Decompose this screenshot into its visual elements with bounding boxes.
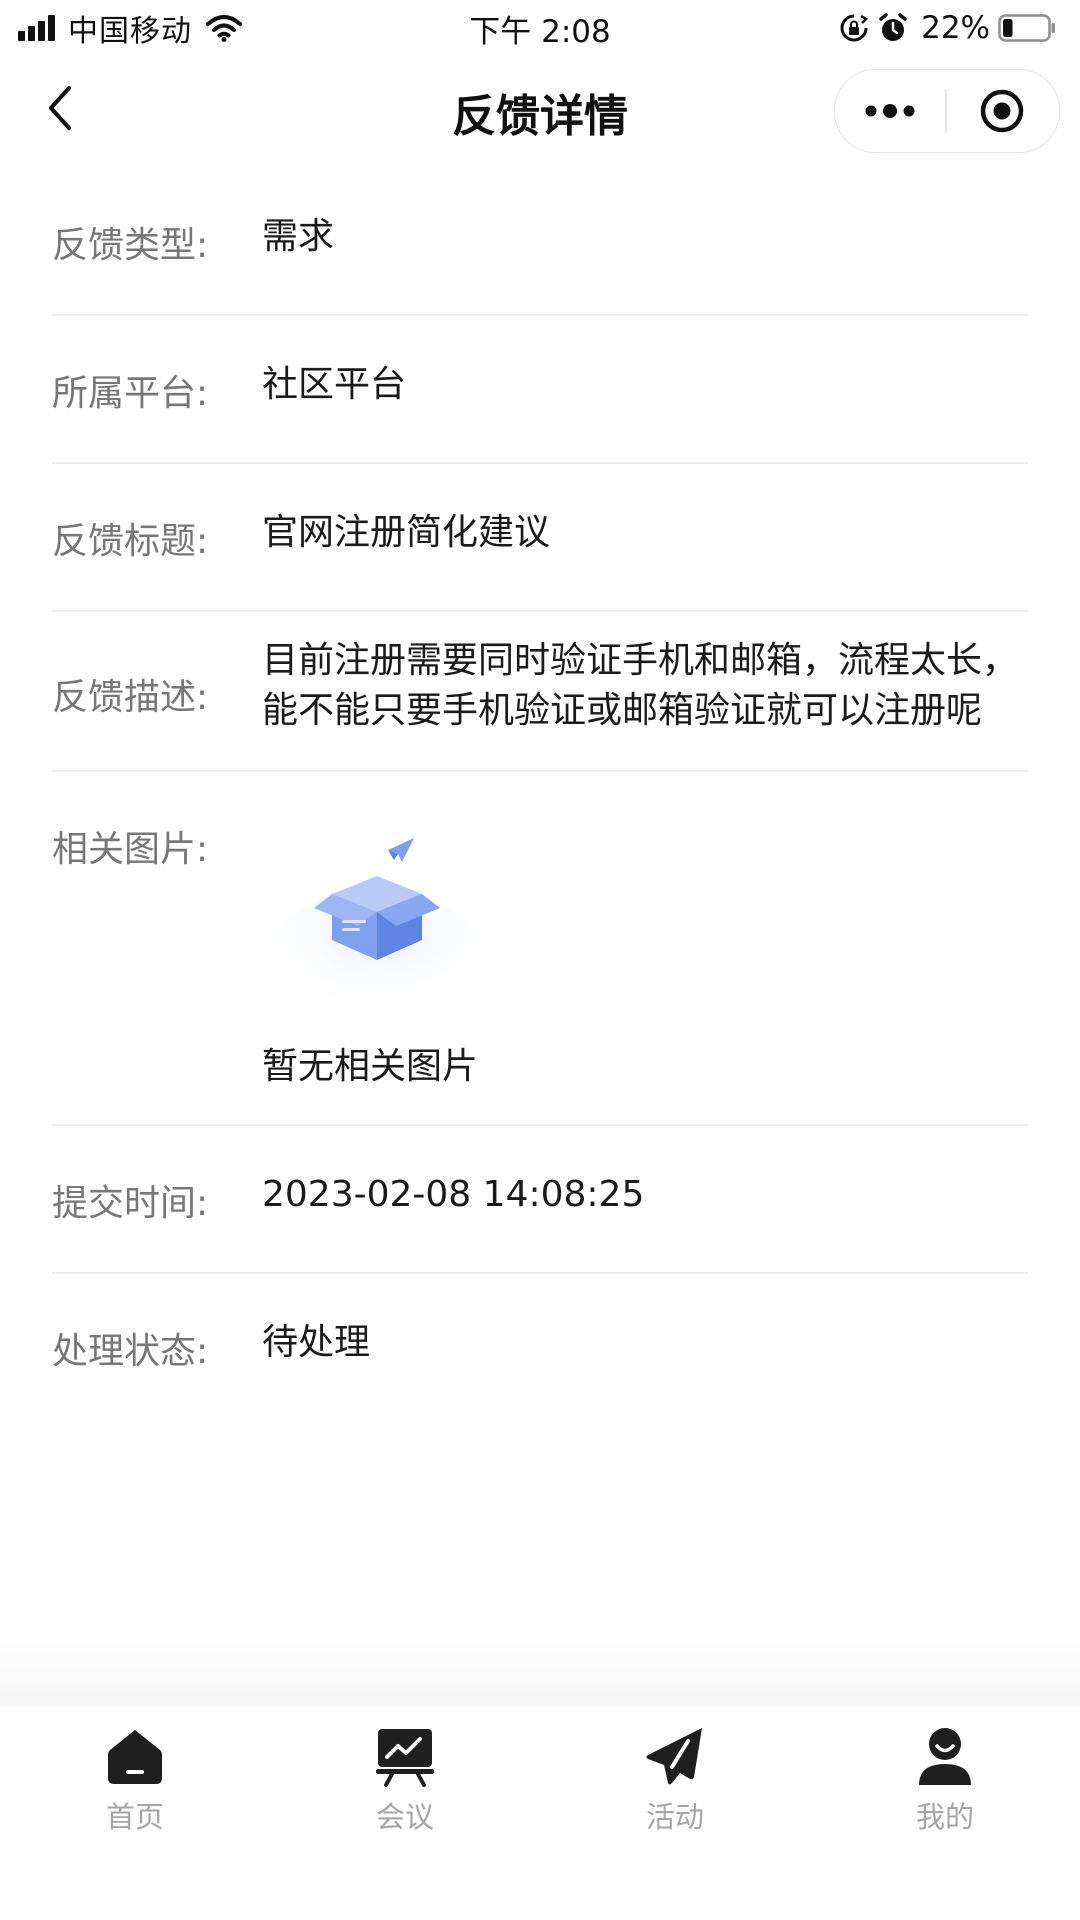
alarm-icon — [879, 13, 907, 41]
process-status-label: 处理状态: — [52, 1331, 209, 1372]
row-feedback-type: 反馈类型: 需求 — [52, 168, 1028, 316]
tab-bar: 首页 会议 活动 我的 — [0, 1706, 1080, 1920]
battery-icon — [998, 14, 1055, 42]
empty-box-icon — [267, 838, 487, 1030]
feedback-description-label: 反馈描述: — [52, 677, 209, 718]
home-icon — [103, 1724, 167, 1788]
battery-percent: 22% — [921, 10, 990, 46]
activity-icon — [643, 1724, 707, 1788]
rotation-lock-icon — [840, 14, 869, 42]
target-icon — [980, 89, 1024, 133]
platform-label: 所属平台: — [52, 373, 209, 414]
feedback-detail-page: 中国移动 下午 2:08 22% 反馈详情 反馈类型: 需求 所属平台: 社区平… — [0, 0, 1080, 1920]
tab-activity[interactable]: 活动 — [540, 1706, 810, 1920]
tab-home[interactable]: 首页 — [0, 1706, 270, 1920]
feedback-description-value: 目前注册需要同时验证手机和邮箱，流程太长，能不能只要手机验证或邮箱验证就可以注册… — [262, 640, 1019, 731]
tab-profile[interactable]: 我的 — [810, 1706, 1080, 1920]
platform-value: 社区平台 — [262, 364, 407, 405]
row-platform: 所属平台: 社区平台 — [52, 316, 1028, 464]
tab-meeting[interactable]: 会议 — [270, 1706, 540, 1920]
status-bar-right: 22% — [839, 10, 1056, 46]
feedback-title-value: 官网注册简化建议 — [262, 512, 551, 553]
submit-time-value: 2023-02-08 14:08:25 — [262, 1174, 645, 1215]
feedback-type-label: 反馈类型: — [52, 225, 209, 266]
feedback-title-label: 反馈标题: — [52, 521, 209, 562]
row-submit-time: 提交时间: 2023-02-08 14:08:25 — [52, 1126, 1028, 1274]
process-status-value: 待处理 — [262, 1322, 371, 1363]
profile-icon — [913, 1724, 977, 1788]
nav-bar: 反馈详情 — [0, 56, 1080, 162]
feedback-type-value: 需求 — [262, 216, 335, 257]
tab-profile-label: 我的 — [915, 1800, 974, 1834]
row-feedback-description: 反馈描述: 目前注册需要同时验证手机和邮箱，流程太长，能不能只要手机验证或邮箱验… — [52, 612, 1028, 772]
feedback-details: 反馈类型: 需求 所属平台: 社区平台 反馈标题: 官网注册简化建议 反馈描述:… — [52, 168, 1028, 1420]
meeting-icon — [373, 1724, 437, 1788]
more-icon — [865, 104, 915, 118]
empty-images-illustration — [262, 810, 492, 1030]
mini-program-capsule — [834, 69, 1060, 153]
tab-home-label: 首页 — [105, 1800, 164, 1834]
tab-activity-label: 活动 — [645, 1800, 704, 1834]
related-images-label: 相关图片: — [52, 829, 209, 870]
more-button[interactable] — [835, 70, 945, 152]
row-feedback-title: 反馈标题: 官网注册简化建议 — [52, 464, 1028, 612]
tab-meeting-label: 会议 — [375, 1800, 434, 1834]
submit-time-label: 提交时间: — [52, 1183, 209, 1224]
tabbar-shadow — [0, 1640, 1080, 1706]
status-bar: 中国移动 下午 2:08 22% — [0, 0, 1080, 56]
row-related-images: 相关图片: 暂无相关图片 — [52, 772, 1028, 1126]
row-process-status: 处理状态: 待处理 — [52, 1274, 1028, 1420]
close-mini-program-button[interactable] — [947, 70, 1057, 152]
no-images-text: 暂无相关图片 — [262, 1046, 479, 1087]
